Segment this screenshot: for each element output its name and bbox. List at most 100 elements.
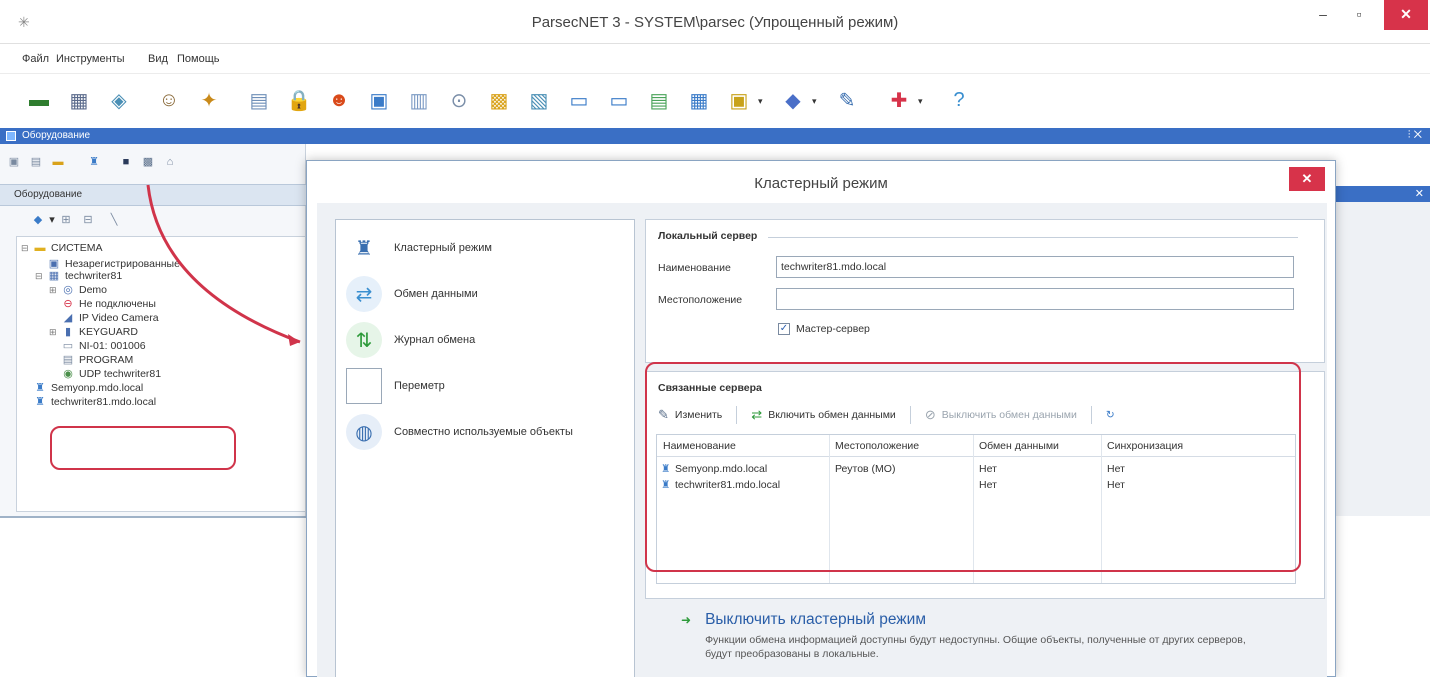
secondary-panel-header: ✕	[1320, 186, 1430, 202]
network-icon[interactable]: ◈	[102, 84, 136, 116]
cluster-server-icon: ♜	[35, 396, 45, 408]
table-icon[interactable]: ▦	[682, 84, 716, 116]
panel-icon	[6, 131, 16, 141]
wizard-icon[interactable]: ✎	[830, 84, 864, 116]
equipment-tab-label: Оборудование	[14, 189, 83, 200]
tree-item[interactable]: ▤ PROGRAM	[49, 353, 133, 367]
lock-icon[interactable]: 🔒	[282, 84, 316, 116]
users-icon[interactable]: ☻	[322, 84, 356, 116]
master-server-label: Мастер-сервер	[796, 323, 870, 335]
minimize-button[interactable]: –	[1306, 0, 1340, 30]
folder-icon[interactable]: ▬	[50, 154, 66, 170]
equipment-panel-header: Оборудование ⫶ ✕	[0, 128, 1430, 144]
exchange-log-icon: ⇅	[346, 322, 382, 358]
tree-expander-icon[interactable]: ⊟	[21, 243, 31, 254]
nav-item[interactable]: ⇄ Обмен данными	[336, 276, 636, 312]
network-icon[interactable]: ▩	[140, 154, 156, 170]
filter-icon[interactable]: ╲	[106, 212, 122, 228]
tree-item[interactable]: ♜ techwriter81.mdo.local	[21, 395, 156, 409]
tree-item-label: KEYGUARD	[79, 326, 138, 338]
window2-icon[interactable]: ▭	[602, 84, 636, 116]
nav-item[interactable]: ◍ Совместно используемые объекты	[336, 414, 636, 450]
perimeter-icon	[346, 368, 382, 404]
globe-icon: ◎	[63, 284, 73, 296]
calendar2-icon[interactable]: ▥	[402, 84, 436, 116]
tree-item-label: techwriter81	[65, 270, 123, 282]
tree-item[interactable]: ♜ Semyonp.mdo.local	[21, 381, 143, 395]
print-icon[interactable]: ⌂	[162, 154, 178, 170]
nav-item[interactable]: ♜ Кластерный режим	[336, 230, 636, 266]
properties-icon[interactable]: ▤	[28, 154, 44, 170]
data-exchange-icon: ⇄	[346, 276, 382, 312]
equipment-toolbar: ▣ ▤ ▬ ♜ ■ ▩ ⌂	[0, 150, 306, 174]
close-icon[interactable]: ✕	[1415, 187, 1424, 200]
window-icon[interactable]: ▭	[562, 84, 596, 116]
name-field[interactable]	[776, 256, 1294, 278]
tree-expander-icon[interactable]: ⊟	[35, 271, 45, 282]
help-icon[interactable]: ?	[942, 84, 976, 116]
equipment-tab[interactable]: Оборудование	[0, 184, 306, 206]
dialog-title-bar: Кластерный режим ✕	[307, 161, 1335, 203]
nav-item[interactable]: Переметр	[336, 368, 636, 404]
nav-item[interactable]: ⇅ Журнал обмена	[336, 322, 636, 358]
tree-item-label: IP Video Camera	[79, 312, 159, 324]
program-icon: ▤	[62, 354, 74, 366]
menu-tools[interactable]: Инструменты	[56, 53, 125, 65]
card-reader-icon[interactable]: ▬	[22, 84, 56, 116]
tree-item[interactable]: ⊞ ▮ KEYGUARD	[49, 325, 138, 339]
master-server-checkbox[interactable]: ✓	[778, 323, 790, 335]
tree-item[interactable]: ◢ IP Video Camera	[49, 311, 159, 325]
tree-item-label: Demo	[79, 284, 108, 296]
monitor-icon[interactable]: ■	[118, 154, 134, 170]
search-icon[interactable]: ⊙	[442, 84, 476, 116]
tree-item[interactable]: ⊞ ◎ Demo	[49, 283, 107, 297]
tree-item-label: Semyonp.mdo.local	[51, 382, 144, 394]
local-server-group: Локальный сервер Наименование Местополож…	[645, 219, 1325, 363]
cluster-mode-icon[interactable]: ♜	[86, 154, 102, 170]
photo-id-icon[interactable]: ▩	[482, 84, 516, 116]
location-field[interactable]	[776, 288, 1294, 310]
document-icon[interactable]: ▤	[642, 84, 676, 116]
panel-pin-close-buttons[interactable]: ⫶ ✕	[1408, 129, 1422, 142]
settings-nav: ♜ Кластерный режим ⇄ Обмен данными ⇅ Журнал о…	[335, 219, 635, 677]
equipment-tree: ⊟ ▬ СИСТЕМА ▣ Незарегистрированные ⊟ ▦ techwrit…	[16, 236, 306, 512]
tree-item[interactable]: ⊟ ▦ techwriter81	[35, 269, 122, 283]
tree-item[interactable]: ⊖ Не подключены	[49, 297, 156, 311]
calendar-icon[interactable]: ▤	[242, 84, 276, 116]
dialog-title: Кластерный режим	[754, 175, 888, 192]
chevron-down-icon[interactable]: ▾	[918, 96, 928, 107]
tree-expander-icon[interactable]: ⊞	[49, 285, 59, 296]
folder-icon: ▬	[34, 242, 46, 254]
disable-cluster-link[interactable]: Выключить кластерный режим	[705, 611, 1265, 629]
maximize-button[interactable]: ▫	[1342, 0, 1376, 30]
chevron-down-icon[interactable]: ▾	[758, 96, 768, 107]
refresh-icon[interactable]: ▣	[6, 154, 22, 170]
menu-file[interactable]: Файл	[22, 53, 49, 65]
tree-item[interactable]: ▭ NI-01: 001006	[49, 339, 146, 353]
camera-icon: ◢	[63, 312, 73, 324]
disable-cluster-action[interactable]: ➜ Выключить кластерный режим Функции обм…	[681, 611, 1265, 661]
collapse-icon[interactable]: ⊟	[80, 212, 96, 228]
cluster-server-icon: ♜	[35, 382, 45, 394]
chevron-down-icon[interactable]: ▾	[812, 96, 822, 107]
tree-item[interactable]: ◉ UDP techwriter81	[49, 367, 161, 381]
report-icon[interactable]: ▧	[522, 84, 556, 116]
exit-icon[interactable]: ✚	[882, 84, 916, 116]
plugin-icon[interactable]: ◆	[776, 84, 810, 116]
dialog-close-button[interactable]: ✕	[1289, 167, 1325, 191]
controller-icon[interactable]: ▦	[62, 84, 96, 116]
person-icon[interactable]: ☺	[152, 84, 186, 116]
linked-servers-highlight	[645, 362, 1301, 572]
menu-help[interactable]: Помощь	[177, 53, 220, 65]
server-icon: ▦	[48, 270, 60, 282]
monitor-icon[interactable]: ▣	[362, 84, 396, 116]
main-toolbar: ▬ ▦ ◈ ☺ ✦ ▤ 🔒 ☻ ▣ ▥ ⊙ ▩ ▧ ▭ ▭ ▤ ▦ ▣ ▾ ◆ ▾ ✎ ✚ ▾?	[0, 74, 1430, 126]
close-button[interactable]: ✕	[1384, 0, 1428, 30]
expand-icon[interactable]: ⊞	[58, 212, 74, 228]
disconnected-icon: ⊖	[63, 298, 73, 310]
tree-expander-icon[interactable]: ⊞	[49, 327, 59, 338]
template-icon[interactable]: ▣	[722, 84, 756, 116]
menu-view[interactable]: Вид	[148, 53, 168, 65]
tree-item[interactable]: ⊟ ▬ СИСТЕМА	[21, 241, 103, 255]
schedule-icon[interactable]: ✦	[192, 84, 226, 116]
